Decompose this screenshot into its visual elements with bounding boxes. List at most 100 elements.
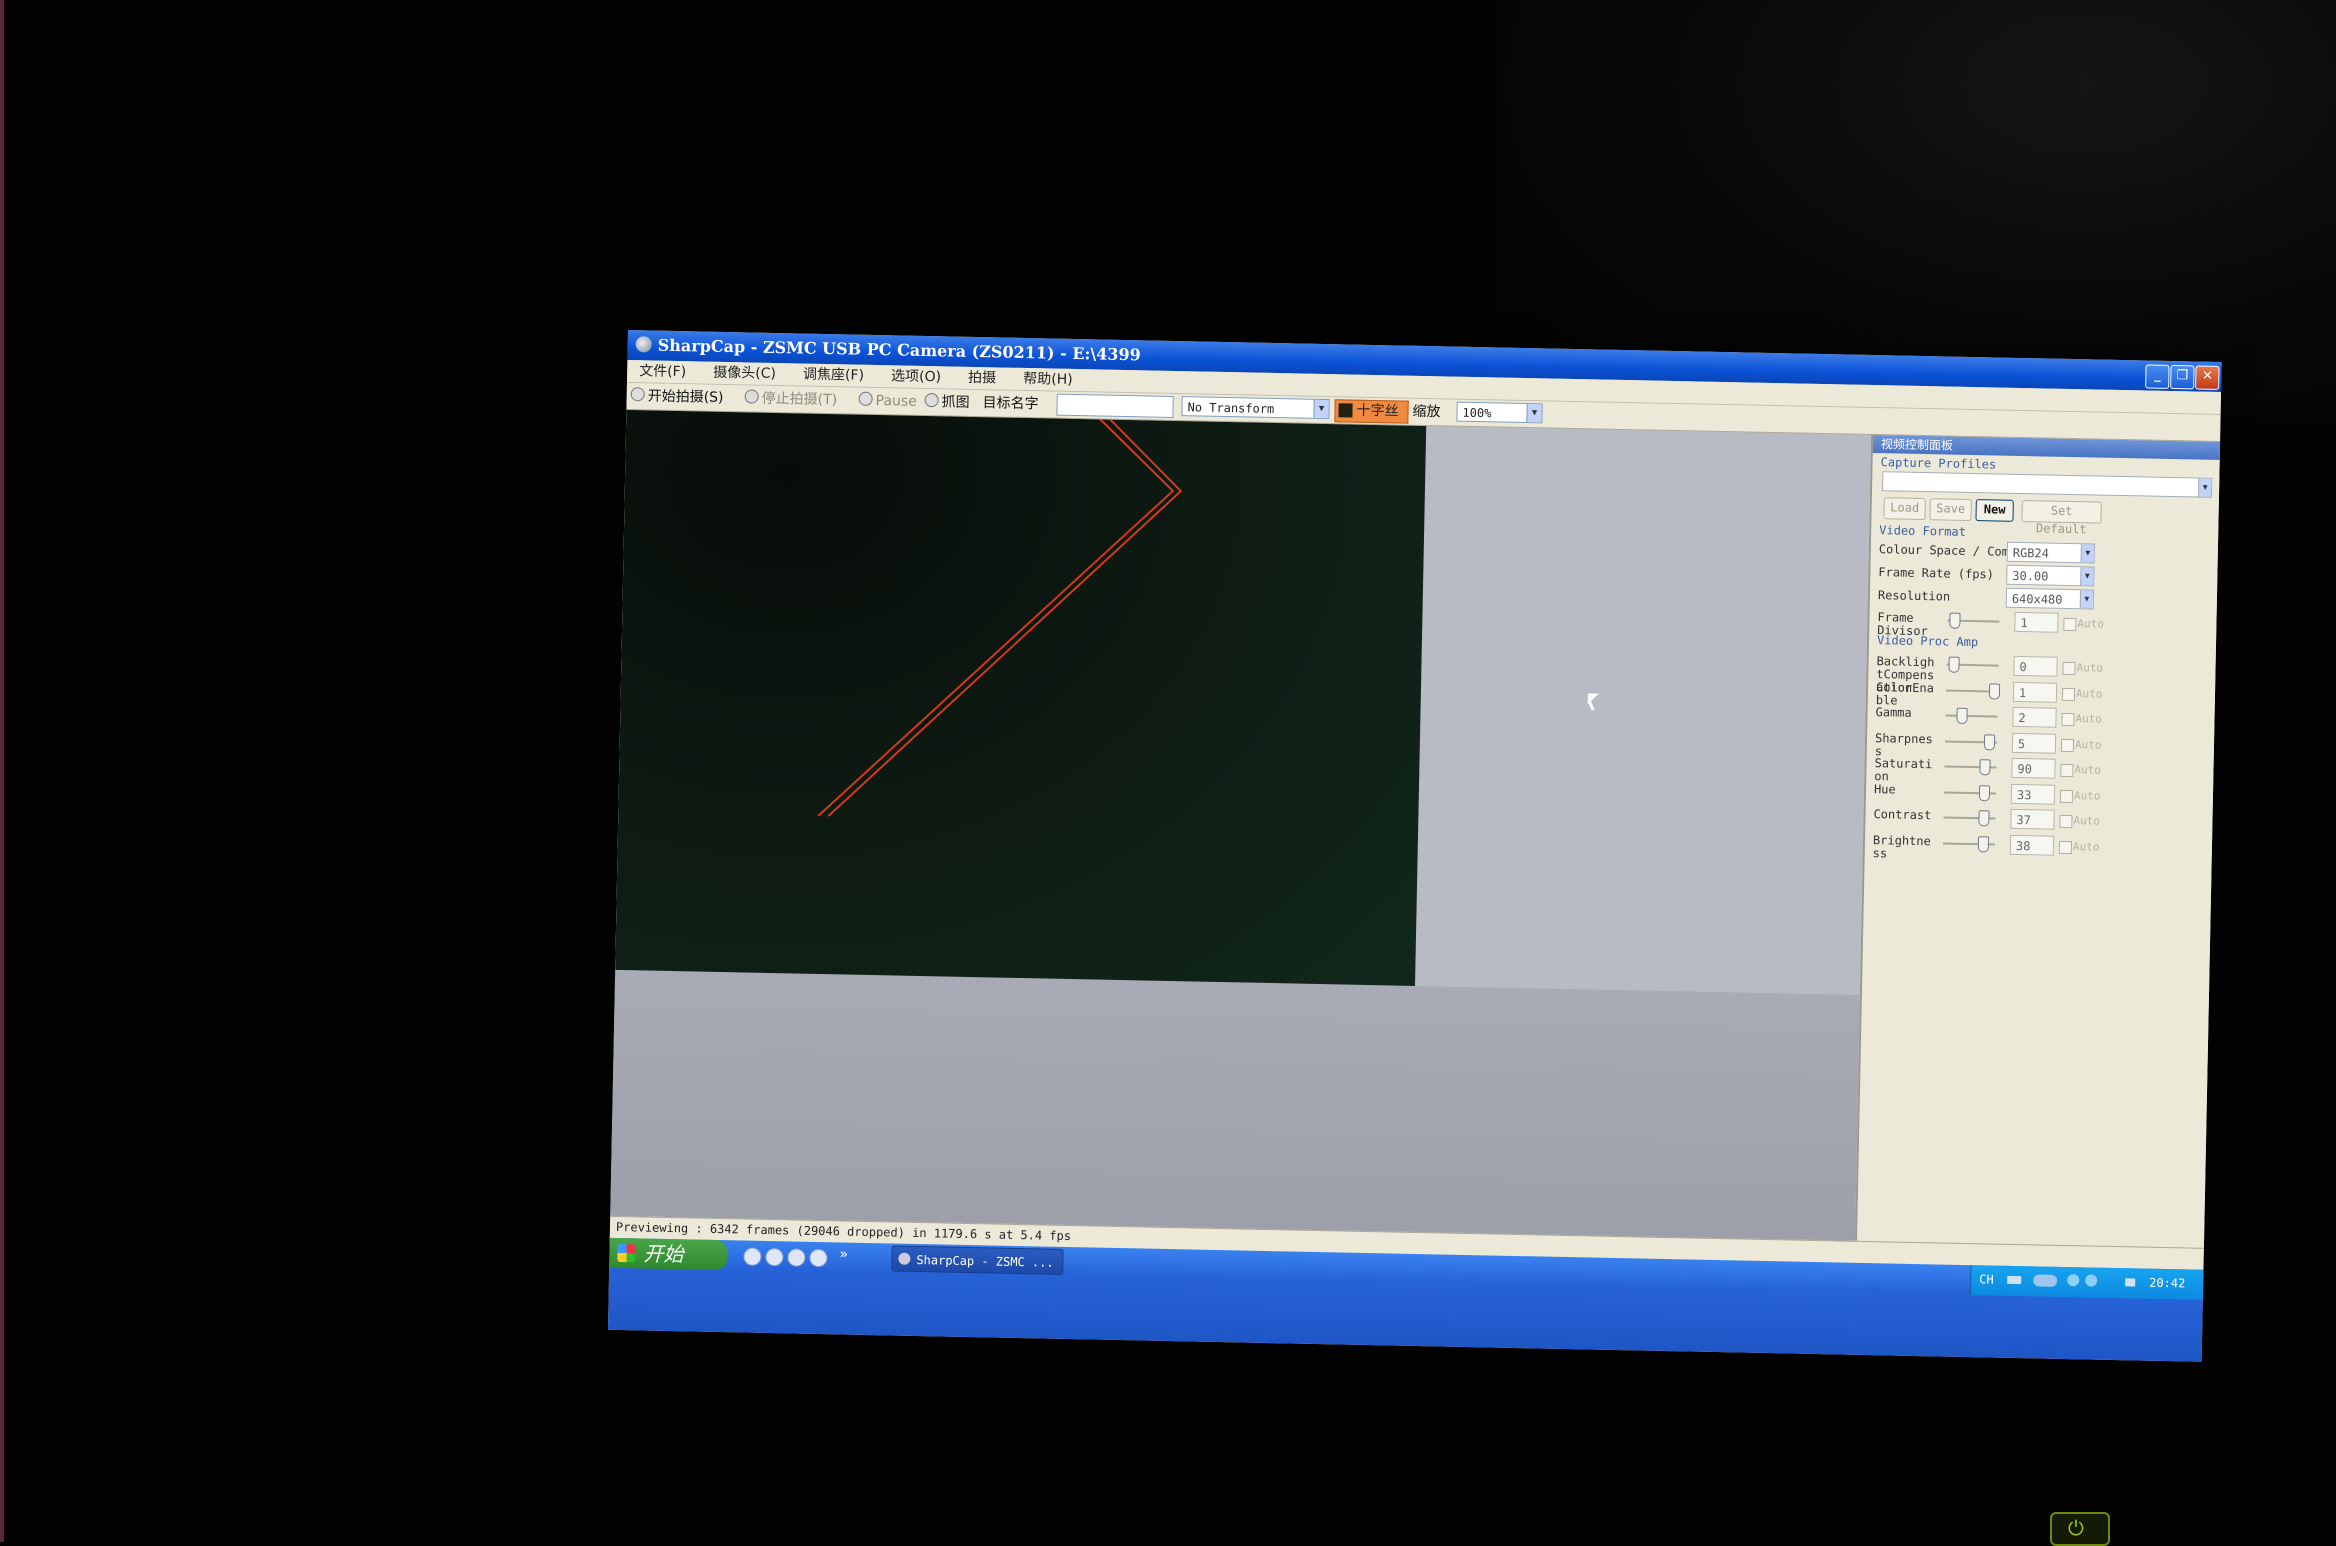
- save-profile-button[interactable]: Save: [1929, 498, 1972, 522]
- menu-options[interactable]: 选项(O): [879, 365, 951, 386]
- contrast-auto-label: Auto: [2073, 814, 2101, 828]
- start-capture-button[interactable]: 开始拍摄(S): [630, 386, 724, 408]
- minimize-button[interactable]: _: [2145, 364, 2170, 389]
- gamma-slider[interactable]: [1945, 707, 1998, 725]
- frame-divisor-value[interactable]: 1: [2014, 611, 2059, 633]
- maximize-button[interactable]: ❐: [2170, 364, 2195, 390]
- sharpness-auto-checkbox[interactable]: [2060, 738, 2075, 752]
- sharpcap-app-icon: [898, 1252, 911, 1265]
- backlightcompensation-auto-label: Auto: [2076, 661, 2104, 675]
- menu-file[interactable]: 文件(F): [627, 360, 696, 381]
- colorenable-value[interactable]: 1: [2012, 681, 2058, 703]
- frame-rate-value: 30.00: [2012, 568, 2049, 584]
- zoom-select[interactable]: 100% ▼: [1456, 401, 1543, 424]
- crosshair-toggle[interactable]: 十字丝: [1334, 399, 1409, 424]
- sharpness-auto-label: Auto: [2074, 737, 2102, 752]
- clock: 20:42: [2149, 1275, 2186, 1291]
- security-icon[interactable]: [2085, 1274, 2098, 1287]
- frame-divisor-slider[interactable]: [1947, 612, 2000, 630]
- backlightcompensation-value[interactable]: 0: [2013, 655, 2058, 677]
- pause-button[interactable]: Pause: [858, 391, 917, 412]
- resolution-select[interactable]: 640x480 ▼: [2005, 587, 2095, 610]
- transform-select[interactable]: No Transform ▼: [1181, 396, 1330, 420]
- menu-focuser[interactable]: 调焦座(F): [791, 363, 874, 385]
- workspace-background: [610, 969, 1860, 1241]
- hue-auto-checkbox[interactable]: [2059, 789, 2074, 803]
- monitor-tray-icon[interactable]: [2125, 1278, 2136, 1287]
- photo-edge: [0, 0, 4, 1542]
- gamma-auto-label: Auto: [2075, 712, 2103, 726]
- slider-thumb[interactable]: [1956, 707, 1968, 724]
- backlightcompensation-auto-checkbox[interactable]: [2062, 661, 2076, 676]
- gamma-auto-checkbox[interactable]: [2061, 712, 2075, 727]
- slider-thumb[interactable]: [1977, 835, 1990, 852]
- colour-space-select[interactable]: RGB24 ▼: [2006, 541, 2096, 564]
- menu-help[interactable]: 帮助(H): [1011, 368, 1083, 389]
- chevron-down-icon: ▼: [1313, 399, 1329, 419]
- colorenable-slider[interactable]: [1946, 682, 2001, 700]
- monitor-power-button[interactable]: ⏻: [2050, 1512, 2110, 1546]
- menu-camera[interactable]: 摄像头(C): [701, 361, 786, 383]
- colorenable-auto-checkbox[interactable]: [2061, 687, 2076, 701]
- stop-capture-button[interactable]: 停止拍摄(T): [744, 388, 837, 410]
- taskbar-sharpcap-button[interactable]: SharpCap - ZSMC ...: [891, 1245, 1064, 1275]
- video-preview[interactable]: [614, 409, 1427, 1024]
- contrast-value[interactable]: 37: [2010, 808, 2055, 830]
- cursor-arrow-icon: [1587, 693, 1599, 705]
- frame-divisor-auto-label: Auto: [2077, 617, 2105, 631]
- frame-divisor-auto-checkbox[interactable]: [2063, 617, 2077, 632]
- contrast-slider[interactable]: [1943, 810, 1996, 827]
- target-name-input[interactable]: [1056, 393, 1174, 418]
- chevron-down-icon: ▼: [2080, 567, 2094, 586]
- sharpcap-app-icon: [635, 336, 652, 353]
- load-profile-button[interactable]: Load: [1883, 497, 1926, 521]
- language-indicator[interactable]: CH: [1979, 1272, 1994, 1286]
- contrast-auto-checkbox[interactable]: [2059, 814, 2073, 829]
- slider-thumb[interactable]: [1979, 759, 1991, 776]
- gamma-value[interactable]: 2: [2012, 706, 2057, 728]
- slider-thumb[interactable]: [1949, 612, 1961, 629]
- show-desktop-icon[interactable]: [743, 1247, 762, 1266]
- network-icon[interactable]: [2033, 1274, 2058, 1287]
- set-default-button[interactable]: Set Default: [2021, 500, 2102, 536]
- hue-value[interactable]: 33: [2010, 783, 2056, 805]
- contrast-label: Contrast: [1873, 807, 1932, 823]
- start-button[interactable]: 开始: [609, 1237, 728, 1271]
- slider-thumb[interactable]: [1978, 784, 1991, 801]
- media-player-icon[interactable]: [787, 1248, 806, 1267]
- new-profile-button[interactable]: New: [1975, 499, 2014, 522]
- menu-capture[interactable]: 拍摄: [956, 367, 1006, 388]
- sharpness-value[interactable]: 5: [2011, 732, 2057, 754]
- browser-icon[interactable]: [765, 1247, 784, 1267]
- brightness-value[interactable]: 38: [2009, 834, 2055, 856]
- saturation-auto-checkbox[interactable]: [2060, 763, 2074, 778]
- frame-rate-select[interactable]: 30.00 ▼: [2006, 564, 2095, 587]
- sharpness-slider[interactable]: [1944, 733, 1998, 751]
- zoom-value: 100%: [1462, 405, 1492, 421]
- video-control-panel: 视频控制面板 Capture Profiles ▼ Load Save New …: [1854, 434, 2222, 1248]
- snapshot-button[interactable]: 抓图: [924, 392, 970, 413]
- keyboard-icon[interactable]: [2007, 1275, 2022, 1285]
- volume-icon[interactable]: [2067, 1274, 2080, 1287]
- slider-thumb[interactable]: [1983, 733, 1996, 751]
- frame-rate-label: Frame Rate (fps): [1878, 565, 1995, 582]
- quicklaunch-chevron[interactable]: »: [839, 1246, 848, 1262]
- slider-thumb[interactable]: [1988, 682, 2001, 700]
- saturation-value[interactable]: 90: [2011, 757, 2056, 779]
- close-button[interactable]: ✕: [2195, 365, 2220, 390]
- brightness-auto-checkbox[interactable]: [2058, 840, 2073, 854]
- video-proc-amp-group: Video Proc Amp: [1876, 633, 1979, 650]
- capture-profile-select[interactable]: ▼: [1882, 471, 2213, 498]
- hue-slider[interactable]: [1943, 784, 1997, 801]
- transform-value: No Transform: [1187, 400, 1275, 416]
- camera-app-icon[interactable]: [809, 1248, 828, 1268]
- start-capture-label: 开始拍摄(S): [647, 388, 724, 406]
- slider-thumb[interactable]: [1978, 810, 1990, 827]
- colour-space-value: RGB24: [2012, 545, 2050, 561]
- power-icon: ⏻: [2068, 1516, 2084, 1540]
- saturation-slider[interactable]: [1944, 759, 1997, 776]
- resolution-label: Resolution: [1877, 588, 1951, 604]
- backlightcompensation-slider[interactable]: [1946, 656, 1999, 674]
- slider-thumb[interactable]: [1948, 656, 1960, 673]
- brightness-slider[interactable]: [1942, 835, 1995, 852]
